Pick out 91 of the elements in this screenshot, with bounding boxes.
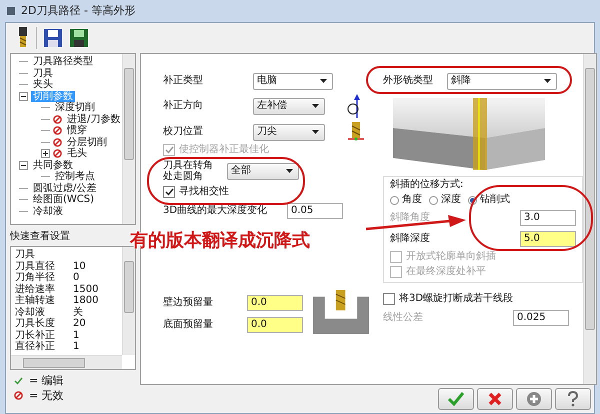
tree-item[interactable]: 惯穿 (65, 125, 89, 136)
input-field[interactable]: 0.0 (247, 317, 303, 333)
radio-button[interactable]: 角度 (390, 194, 422, 206)
close-icon (488, 392, 502, 406)
field-label: 底面预留量 (163, 319, 214, 331)
setting-label: 刀具长度 (15, 318, 56, 330)
scrollbar[interactable] (122, 54, 135, 224)
setting-label: 直径补正 (15, 341, 56, 352)
setting-value: 关 (73, 306, 83, 318)
apply-button[interactable] (516, 388, 552, 410)
cancel-button[interactable] (477, 388, 513, 410)
tree-item[interactable]: 圆弧过虑/公差 (31, 182, 98, 194)
caret-icon (320, 79, 327, 83)
app-icon (7, 7, 15, 15)
dropdown[interactable]: 斜降 (447, 72, 557, 90)
annotation-text: 有的版本翻译成沉降式 (130, 230, 310, 252)
scrollbar[interactable] (583, 54, 596, 384)
tree-item[interactable]: 冷却液 (31, 206, 65, 217)
setting-value: 10 (73, 260, 86, 272)
expander-icon[interactable] (19, 160, 28, 170)
tree-item[interactable]: 毛头 (65, 148, 89, 160)
legend-text: = 编辑 (29, 374, 64, 388)
field-label: 校刀位置 (163, 126, 204, 138)
checkbox[interactable]: 寻找相交性 (163, 186, 369, 198)
tree-item[interactable]: 分层切削 (65, 136, 109, 148)
setting-value: 0 (73, 272, 80, 284)
help-button[interactable] (555, 388, 591, 410)
tree-item[interactable]: 控制考点 (53, 171, 97, 182)
checkmark-icon (164, 188, 174, 196)
scrollbar[interactable] (122, 247, 135, 355)
tree-item[interactable]: 进退/刀参数 (65, 114, 122, 125)
setting-label: 主轴转速 (15, 295, 56, 306)
tree-item[interactable]: 刀具 (31, 68, 55, 79)
setting-value: 1500 (73, 284, 98, 295)
check-icon (14, 376, 23, 385)
end-mill-icon[interactable] (16, 27, 30, 49)
tree-item[interactable]: 深度切削 (53, 102, 97, 114)
field-label: 刀具在转角处走圆角 (163, 160, 214, 182)
setting-label: 刀具 (15, 249, 35, 260)
tree-item[interactable]: 绘图面(WCS) (31, 194, 96, 206)
group-title: 斜插的位移方式: (390, 179, 464, 191)
setting-label: 刀长补正 (15, 330, 56, 341)
save-as-icon[interactable] (69, 28, 89, 48)
check-icon (448, 392, 464, 406)
caret-icon (312, 104, 319, 108)
question-icon (567, 391, 579, 407)
setting-value: 20 (73, 318, 86, 330)
direction-icon (347, 94, 363, 118)
checkbox[interactable]: 将3D螺旋打断成若干线段 (383, 293, 583, 305)
setting-value: 1800 (73, 295, 98, 306)
setting-label: 冷却液 (15, 306, 46, 318)
input-field[interactable]: 0.0 (247, 295, 303, 311)
field-label: 外形铣类型 (383, 75, 434, 87)
field-label: 斜降角度 (390, 212, 431, 224)
setting-label: 刀具直径 (15, 260, 56, 272)
tree-item[interactable]: 刀具路径类型 (31, 56, 95, 68)
radio-button[interactable]: 钻削式 (468, 194, 510, 206)
field-label: 补正类型 (163, 75, 204, 87)
expander-icon[interactable] (41, 149, 50, 158)
save-icon[interactable] (43, 28, 63, 48)
dropdown[interactable]: 左补偿 (253, 98, 325, 114)
field-label: 线性公差 (383, 312, 424, 324)
caret-icon (544, 79, 551, 83)
dropdown[interactable]: 电脑 (253, 72, 333, 90)
caret-icon (312, 130, 319, 134)
field-label: 补正方向 (163, 100, 204, 112)
horizontal-scrollbar[interactable] (11, 355, 122, 369)
setting-label: 进给速率 (15, 284, 56, 295)
setting-value: 1 (73, 330, 80, 341)
setting-value: 1 (73, 341, 80, 352)
tree-item[interactable]: 夹头 (31, 79, 55, 90)
checkmark-icon (164, 146, 174, 154)
dropdown[interactable]: 全部 (227, 162, 299, 180)
field-label: 斜降深度 (390, 233, 431, 245)
setting-label: 刀角半径 (15, 272, 56, 284)
ok-button[interactable] (438, 388, 474, 410)
section-title: 快速查看设置 (10, 231, 71, 243)
field-label: 3D曲线的最大深度变化 (163, 205, 268, 217)
field-label: 壁边预留量 (163, 297, 214, 309)
dropdown[interactable]: 刀尖 (253, 124, 325, 140)
input-field[interactable]: 5.0 (520, 231, 576, 247)
expander-icon[interactable] (19, 92, 28, 101)
window-title: 2D刀具路径 - 等高外形 (21, 4, 136, 18)
end-mill-icon (347, 122, 365, 142)
tree-item[interactable]: 共同参数 (31, 160, 75, 171)
legend-text: = 无效 (29, 389, 64, 402)
input-field[interactable]: 0.05 (287, 203, 343, 219)
caret-icon (286, 169, 293, 173)
plus-icon (526, 391, 542, 407)
invalid-icon (14, 391, 23, 400)
radio-button[interactable]: 深度 (429, 194, 461, 206)
